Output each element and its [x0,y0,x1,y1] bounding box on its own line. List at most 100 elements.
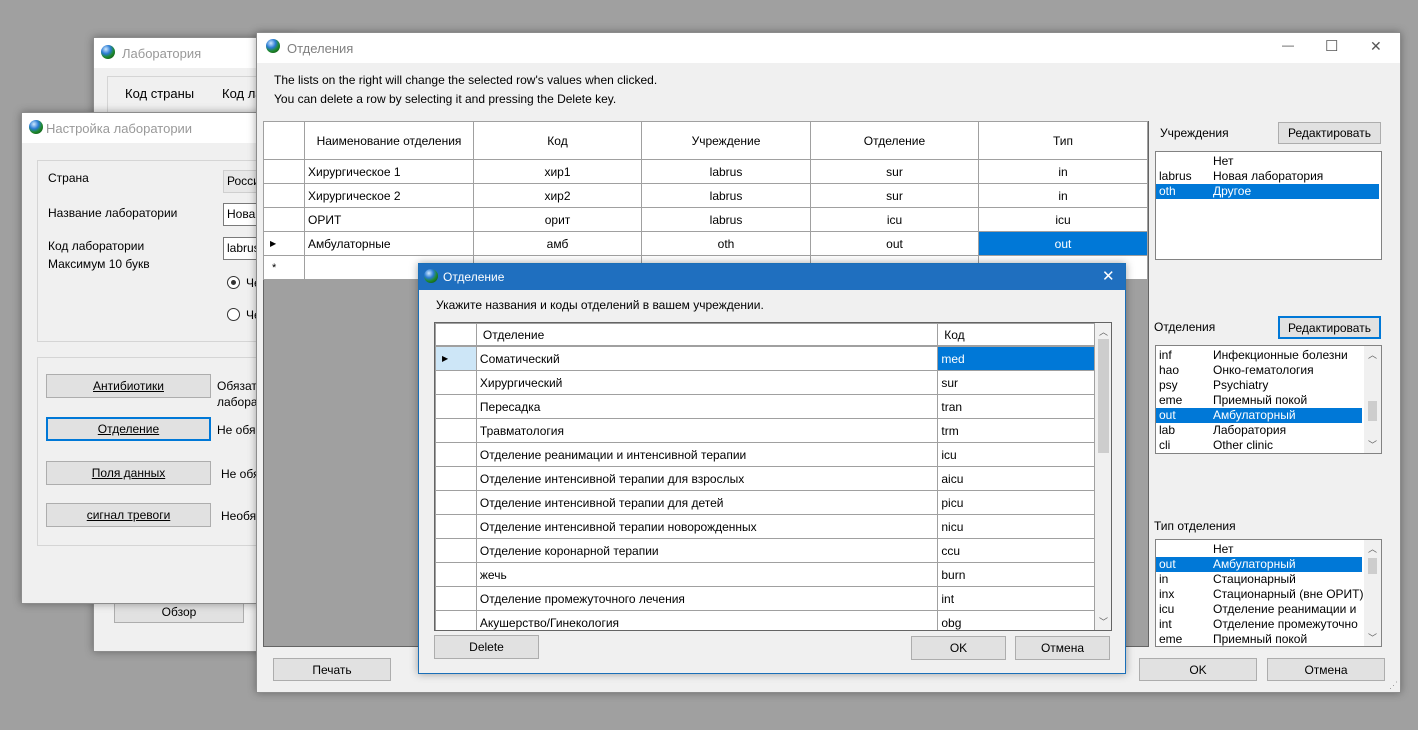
table-row[interactable]: Отделение реанимации и интенсивной терап… [435,442,1095,467]
table-row[interactable]: Отделение интенсивной терапии для детей p… [435,490,1095,515]
cell-code[interactable]: aicu [937,466,1095,491]
institutions-edit-button[interactable]: Редактировать [1278,122,1381,144]
scroll-down-icon[interactable]: ﹀ [1364,631,1381,644]
list-item[interactable]: in Стационарный [1156,572,1381,587]
scroll-thumb[interactable] [1098,339,1109,453]
cell-department[interactable]: Отделение интенсивной терапии новорожден… [475,514,939,539]
row-header[interactable] [435,538,477,563]
cell-name[interactable]: ОРИТ [304,207,474,232]
cell-code[interactable]: tran [937,394,1095,419]
cell-department[interactable]: Пересадка [475,394,939,419]
cell-institution[interactable]: oth [641,231,811,256]
dept-type-list-scrollbar[interactable]: ︿ ﹀ [1364,540,1381,646]
row-header[interactable] [435,514,477,539]
close-icon[interactable]: ✕ [1370,38,1382,55]
table-row[interactable]: жечь burn [435,562,1095,587]
cell-code[interactable]: хир1 [473,159,642,184]
cell-department[interactable]: Отделение интенсивной терапии для взросл… [475,466,939,491]
col-header-code[interactable]: Код [473,121,642,160]
cell-type[interactable]: out [978,231,1148,256]
list-item-selected[interactable]: out Амбулаторный [1156,408,1362,423]
cell-code[interactable]: sur [937,370,1095,395]
cell-name[interactable]: Хирургическое 2 [304,183,474,208]
setup-window-titlebar[interactable]: Настройка лаборатории [22,113,260,143]
row-header[interactable] [435,610,477,630]
print-button[interactable]: Печать [273,658,391,681]
table-row[interactable]: ▶ Амбулаторные амб oth out out [263,231,1148,256]
cell-department[interactable]: Хирургический [475,370,939,395]
list-item[interactable]: icu Отделение реанимации и [1156,602,1381,617]
new-row-header[interactable]: * [263,255,305,280]
radio-option-1[interactable] [227,276,240,289]
list-item[interactable]: hao Онко-гематология [1156,363,1381,378]
delete-button[interactable]: Delete [434,635,539,659]
ok-button[interactable]: OK [1139,658,1257,681]
table-row[interactable]: Отделение промежуточного лечения int [435,586,1095,611]
scroll-up-icon[interactable]: ︿ [1364,542,1381,555]
scroll-up-icon[interactable]: ︿ [1364,348,1381,361]
row-header[interactable] [435,418,477,443]
row-header[interactable] [435,394,477,419]
dialog-titlebar[interactable]: Отделение ✕ [419,264,1125,290]
col-header-code[interactable]: Код [937,323,1095,346]
list-item[interactable]: eme Приемный покой [1156,393,1381,408]
scroll-thumb[interactable] [1368,401,1377,421]
list-item[interactable]: Нет [1156,154,1381,169]
list-item[interactable]: inx Стационарный (вне ОРИТ) [1156,587,1381,602]
list-item-selected[interactable]: oth Другое [1156,184,1379,199]
list-item[interactable]: Нет [1156,542,1381,557]
row-header[interactable] [263,159,305,184]
close-icon[interactable]: ✕ [1102,267,1115,285]
list-item[interactable]: lab Лаборатория [1156,423,1381,438]
alarm-button[interactable]: сигнал тревоги [46,503,211,527]
radio-option-2[interactable] [227,308,240,321]
cancel-button[interactable]: Отмена [1267,658,1385,681]
maximize-icon[interactable]: ☐ [1325,37,1338,55]
resize-grip-icon[interactable]: ⋰ [1389,680,1398,691]
scroll-down-icon[interactable]: ﹀ [1364,438,1381,451]
table-row[interactable]: Акушерство/Гинекология obg [435,610,1095,630]
cell-type[interactable]: in [978,183,1148,208]
row-header[interactable] [435,490,477,515]
cell-institution[interactable]: labrus [641,183,811,208]
table-row[interactable]: Хирургический sur [435,370,1095,395]
col-header-department[interactable]: Отделение [810,121,979,160]
row-header[interactable] [435,466,477,491]
cell-type[interactable]: in [978,159,1148,184]
cell-code[interactable]: icu [937,442,1095,467]
cell-department[interactable]: Отделение реанимации и интенсивной терап… [475,442,939,467]
cell-department[interactable]: sur [810,183,979,208]
departments-edit-button[interactable]: Редактировать [1278,316,1381,339]
row-header[interactable]: ▶ [263,231,305,256]
list-item-selected[interactable]: out Амбулаторный [1156,557,1362,572]
table-row[interactable]: Травматология trm [435,418,1095,443]
row-header[interactable] [435,586,477,611]
col-header-department[interactable]: Отделение [475,323,939,346]
cell-institution[interactable]: labrus [641,159,811,184]
list-item[interactable]: int Отделение промежуточно [1156,617,1381,632]
departments-list[interactable]: inf Инфекционные болезни hao Онко-гематоло… [1155,345,1382,454]
list-item[interactable]: labrus Новая лаборатория [1156,169,1381,184]
table-row[interactable]: ▶ Соматический med [435,346,1095,371]
cell-code[interactable]: obg [937,610,1095,630]
table-row[interactable]: Хирургическое 2 хир2 labrus sur in [263,183,1148,208]
cell-department[interactable]: icu [810,207,979,232]
col-header-type[interactable]: Тип [978,121,1148,160]
cell-department[interactable]: Акушерство/Гинекология [475,610,939,630]
dialog-cancel-button[interactable]: Отмена [1015,636,1110,660]
col-country-code[interactable]: Код страны [125,86,194,101]
cell-code[interactable]: trm [937,418,1095,443]
list-item[interactable]: psy Psychiatry [1156,378,1381,393]
cell-department[interactable]: Отделение промежуточного лечения [475,586,939,611]
table-row[interactable]: Пересадка tran [435,394,1095,419]
list-item[interactable]: cli Other clinic [1156,438,1381,453]
table-row[interactable]: Хирургическое 1 хир1 labrus sur in [263,159,1148,184]
data-fields-button[interactable]: Поля данных [46,461,211,485]
list-item[interactable]: eme Приемный покой [1156,632,1381,646]
scroll-thumb[interactable] [1368,558,1377,574]
cell-institution[interactable]: labrus [641,207,811,232]
departments-list-scrollbar[interactable]: ︿ ﹀ [1364,346,1381,453]
dept-type-list[interactable]: Нет out Амбулаторный in Стационарный inx Ст… [1155,539,1382,647]
row-header[interactable]: ▶ [435,346,477,371]
cell-name[interactable]: Амбулаторные [304,231,474,256]
